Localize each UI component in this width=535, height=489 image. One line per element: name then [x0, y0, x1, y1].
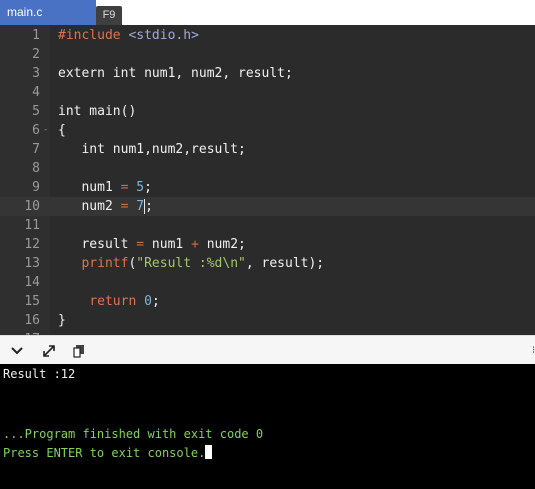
code-line[interactable]: 3 extern int num1, num2, result; [0, 64, 535, 83]
code-token: { [58, 123, 66, 138]
line-number: 10 [24, 199, 40, 214]
code-text: } [58, 311, 66, 330]
code-line[interactable]: 5 int main() [0, 102, 535, 121]
code-token: ; [151, 294, 160, 309]
code-token: extern int num1, num2, result; [58, 66, 293, 81]
code-token: 5 [136, 180, 145, 195]
tab-main-c[interactable]: main.c [0, 0, 96, 25]
code-token: 7 [136, 199, 145, 214]
code-text: result = num1 + num2; [58, 235, 246, 254]
code-token: 0 [144, 294, 152, 309]
code-token: int main() [58, 104, 137, 119]
line-number: 15 [24, 294, 40, 309]
copy-icon[interactable] [72, 344, 86, 358]
code-token: result [58, 237, 137, 252]
exit-prompt-text: Press ENTER to exit console. [3, 446, 206, 460]
code-line[interactable]: 8 [0, 159, 535, 178]
code-token: } [58, 313, 66, 328]
line-number: 6 [32, 123, 40, 138]
code-text: extern int num1, num2, result; [58, 64, 293, 83]
code-text: #include <stdio.h> [58, 26, 199, 45]
fold-toggle-icon[interactable]: - [43, 121, 48, 140]
code-token: = [136, 237, 145, 252]
line-number: 11 [24, 218, 40, 233]
code-line[interactable]: 1 #include <stdio.h> [0, 26, 535, 45]
line-number: 4 [32, 85, 40, 100]
code-token: "Result :%d\n" [136, 256, 246, 271]
code-line[interactable]: 13 printf("Result :%d\n", result); [0, 254, 535, 273]
code-token: num2 [58, 199, 121, 214]
run-shortcut-hint: F9 [96, 6, 122, 25]
line-number: 13 [24, 256, 40, 271]
code-token: return [89, 294, 137, 309]
code-text: return 0; [58, 292, 160, 311]
line-number: 2 [32, 47, 40, 62]
chevron-down-icon[interactable] [10, 344, 24, 358]
code-line[interactable]: 16} [0, 311, 535, 330]
line-number: 16 [24, 313, 40, 328]
code-line[interactable]: 2 [0, 45, 535, 64]
code-text: { [58, 121, 66, 140]
line-number: 8 [32, 161, 40, 176]
editor-tab-bar: main.c F9 [0, 0, 535, 25]
program-output-line: Result :12 [3, 367, 76, 381]
console-output[interactable]: Result :12 ...Program finished with exit… [0, 364, 535, 489]
line-number: 5 [32, 104, 40, 119]
line-number: 7 [32, 142, 40, 157]
line-number: 14 [24, 275, 40, 290]
line-number: 12 [24, 237, 40, 252]
code-token: <stdio.h> [128, 28, 199, 43]
code-line[interactable]: 10 num2 = 7; [0, 197, 535, 216]
exit-status-line: ...Program finished with exit code 0 [3, 427, 264, 441]
code-text: num1 = 5; [58, 178, 152, 197]
expand-icon[interactable] [42, 344, 56, 358]
console-toolbar: ⁝ [0, 335, 535, 364]
code-line[interactable]: 9 num1 = 5; [0, 178, 535, 197]
code-line[interactable]: 15 return 0; [0, 292, 535, 311]
code-token: , result); [245, 256, 325, 271]
code-token: num1 [144, 237, 192, 252]
code-token: ; [145, 199, 153, 214]
code-line[interactable]: 4 [0, 83, 535, 102]
code-token: int num1,num2,result; [58, 142, 246, 157]
code-line[interactable]: 11 [0, 216, 535, 235]
code-text: printf("Result :%d\n", result); [58, 254, 324, 273]
code-text: num2 = 7; [58, 197, 153, 216]
code-line[interactable]: 6-{ [0, 121, 535, 140]
code-text: int num1,num2,result; [58, 140, 246, 159]
code-token: num2; [198, 237, 246, 252]
code-token: num1 [58, 180, 121, 195]
code-text: int main() [58, 102, 136, 121]
exit-prompt-line: Press ENTER to exit console. [3, 445, 213, 461]
line-number: 1 [32, 28, 40, 43]
line-number: 9 [32, 180, 40, 195]
code-editor[interactable]: 1 #include <stdio.h> 2 3 extern int num1, nu… [0, 25, 535, 335]
code-line[interactable]: 7 int num1,num2,result; [0, 140, 535, 159]
code-token: ; [144, 180, 152, 195]
code-line[interactable]: 14 [0, 273, 535, 292]
console-cursor [205, 445, 213, 459]
code-token: #include [58, 28, 129, 43]
code-line[interactable]: 12 result = num1 + num2; [0, 235, 535, 254]
code-token: + [191, 237, 199, 252]
line-number: 3 [32, 66, 40, 81]
code-token: printf [81, 256, 129, 271]
